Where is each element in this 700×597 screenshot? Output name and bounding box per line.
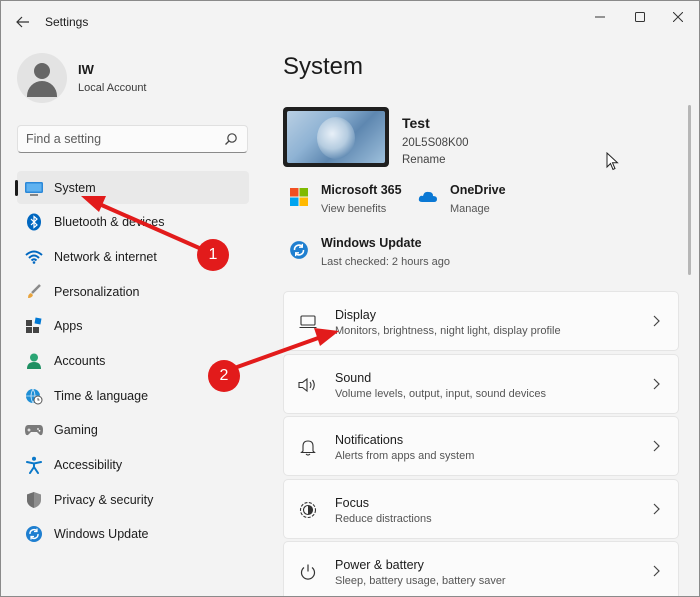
window-title: Settings (45, 15, 89, 29)
card-subtitle: Volume levels, output, input, sound devi… (335, 387, 546, 400)
card-title: Notifications (335, 433, 404, 447)
chevron-right-icon (653, 503, 660, 514)
card-power-battery[interactable]: Power & battery Sleep, battery usage, ba… (283, 541, 679, 596)
card-title: Focus (335, 495, 370, 510)
close-button[interactable] (655, 5, 699, 29)
sidebar-item-label: Windows Update (54, 527, 149, 542)
search-icon[interactable] (224, 132, 238, 146)
close-icon (673, 12, 683, 22)
quick-link-microsoft-365[interactable]: Microsoft 365 View benefits (289, 183, 409, 219)
sidebar-item-label: Privacy & security (54, 492, 154, 507)
search-box[interactable] (17, 125, 248, 153)
scrollbar[interactable] (688, 105, 691, 275)
minimize-icon (595, 16, 605, 18)
sidebar-item-label: Personalization (54, 284, 140, 299)
chevron-right-icon (653, 378, 660, 389)
sidebar-item-apps[interactable]: Apps (17, 310, 249, 343)
user-profile[interactable]: IW Local Account (17, 53, 257, 103)
shield-icon (24, 490, 44, 510)
speaker-icon (298, 375, 318, 395)
quick-link-subtitle: Last checked: 2 hours ago (321, 256, 451, 268)
settings-cards: Display Monitors, brightness, night ligh… (283, 291, 679, 596)
card-title: Sound (335, 370, 372, 385)
quick-link-subtitle: Manage (450, 203, 490, 215)
cloud-icon (418, 191, 437, 202)
apps-icon (24, 316, 44, 336)
update-icon (290, 241, 308, 259)
sidebar-item-accessibility[interactable]: Accessibility (17, 449, 249, 482)
arrow-left-icon (16, 16, 29, 28)
card-notifications[interactable]: Notifications Alerts from apps and syste… (283, 416, 679, 476)
chevron-right-icon (653, 440, 660, 452)
power-icon (298, 562, 318, 582)
profile-name: IW (78, 62, 94, 77)
quick-link-title: OneDrive (450, 183, 506, 197)
main-content: System Test 20L5S08K00 Rename Microsoft … (263, 41, 699, 596)
card-sound[interactable]: Sound Volume levels, output, input, soun… (283, 353, 679, 414)
chevron-right-icon (653, 315, 660, 327)
quick-link-title: Windows Update (321, 236, 422, 250)
annotation-badge-2: 2 (208, 360, 240, 392)
sidebar-item-label: Gaming (54, 423, 98, 438)
globe-clock-icon (24, 386, 44, 406)
update-icon (24, 524, 44, 544)
display-icon (298, 312, 318, 332)
sidebar-item-privacy[interactable]: Privacy & security (17, 483, 249, 516)
wifi-icon (24, 247, 44, 267)
mouse-cursor-icon (606, 152, 619, 171)
quick-link-subtitle: View benefits (321, 203, 387, 215)
brush-icon (24, 282, 44, 302)
quick-link-title: Microsoft 365 (321, 183, 402, 197)
profile-account-type: Local Account (78, 82, 147, 94)
card-title: Power & battery (335, 558, 424, 572)
microsoft-logo-icon (290, 188, 308, 206)
card-focus[interactable]: Focus Reduce distractions (283, 478, 679, 539)
sidebar-item-bluetooth[interactable]: Bluetooth & devices (17, 206, 249, 239)
sidebar-item-windows-update[interactable]: Windows Update (17, 518, 249, 551)
chevron-right-icon (653, 565, 660, 577)
bell-icon (298, 437, 318, 457)
sidebar-item-label: Apps (54, 319, 83, 334)
sidebar-item-label: Accessibility (54, 458, 123, 472)
back-button[interactable] (11, 11, 35, 33)
quick-link-onedrive[interactable]: OneDrive Manage (418, 183, 528, 219)
card-subtitle: Sleep, battery usage, battery saver (335, 575, 506, 587)
search-input[interactable] (18, 126, 218, 152)
card-title: Display (335, 308, 376, 322)
person-icon (24, 351, 44, 371)
card-display[interactable]: Display Monitors, brightness, night ligh… (283, 291, 679, 351)
bluetooth-icon (24, 212, 44, 232)
device-model: 20L5S08K00 (402, 137, 469, 149)
annotation-badge-1: 1 (197, 239, 229, 271)
sidebar-item-label: Network & internet (54, 249, 157, 264)
device-name: Test (402, 115, 430, 131)
sidebar-item-personalization[interactable]: Personalization (17, 275, 249, 308)
sidebar-item-system[interactable]: System (15, 171, 249, 204)
settings-window: Settings IW Local Account Find a setting… (0, 0, 700, 597)
card-subtitle: Alerts from apps and system (335, 450, 475, 462)
device-wallpaper-thumbnail (283, 107, 389, 167)
sidebar-item-label: Bluetooth & devices (54, 215, 165, 230)
title-bar: Settings (1, 1, 699, 41)
accessibility-icon (24, 455, 44, 475)
card-subtitle: Monitors, brightness, night light, displ… (335, 325, 561, 337)
sidebar: IW Local Account System Bluetooth & devi… (1, 41, 261, 596)
quick-link-windows-update[interactable]: Windows Update Last checked: 2 hours ago (289, 236, 469, 272)
sidebar-item-label: Accounts (54, 353, 106, 368)
sidebar-item-label: System (54, 180, 96, 195)
rename-link[interactable]: Rename (402, 154, 445, 166)
focus-icon (298, 500, 318, 520)
sidebar-item-gaming[interactable]: Gaming (17, 414, 249, 447)
sidebar-item-label: Time & language (54, 388, 149, 403)
maximize-icon (635, 12, 645, 22)
page-title: System (283, 53, 364, 80)
monitor-icon (24, 178, 44, 198)
avatar (17, 53, 67, 103)
gamepad-icon (24, 420, 44, 440)
card-subtitle: Reduce distractions (335, 512, 432, 525)
